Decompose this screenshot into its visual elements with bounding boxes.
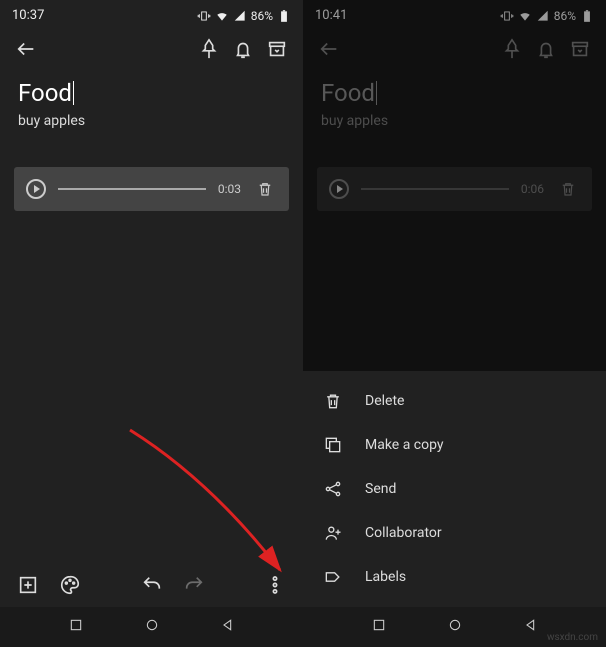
menu-make-copy[interactable]: Make a copy <box>303 423 606 467</box>
menu-send[interactable]: Send <box>303 467 606 511</box>
signal-icon <box>233 9 247 23</box>
clock: 10:37 <box>12 8 44 23</box>
pin-button[interactable] <box>500 37 524 61</box>
audio-track[interactable] <box>361 188 509 190</box>
undo-button[interactable] <box>140 573 164 597</box>
android-navbar <box>0 607 303 647</box>
signal-icon <box>536 9 550 23</box>
audio-attachment: 0:06 <box>317 167 592 211</box>
status-icons: 86% <box>500 9 594 23</box>
delete-audio-button[interactable] <box>253 177 277 201</box>
menu-label: Labels <box>365 569 406 585</box>
nav-home[interactable] <box>144 617 160 637</box>
archive-button[interactable] <box>568 37 592 61</box>
menu-collaborator[interactable]: Collaborator <box>303 511 606 555</box>
back-button[interactable] <box>317 37 341 61</box>
note-content-input[interactable]: buy apples <box>321 113 588 129</box>
share-icon <box>323 479 343 499</box>
pin-button[interactable] <box>197 37 221 61</box>
nav-home[interactable] <box>447 617 463 637</box>
menu-label: Collaborator <box>365 525 442 541</box>
wifi-icon <box>518 9 532 23</box>
bottom-toolbar <box>0 563 303 607</box>
redo-button[interactable] <box>182 573 206 597</box>
palette-button[interactable] <box>58 573 82 597</box>
menu-label: Send <box>365 481 396 497</box>
add-button[interactable] <box>16 573 40 597</box>
archive-button[interactable] <box>265 37 289 61</box>
audio-attachment: 0:03 <box>14 167 289 211</box>
battery-pct: 86% <box>554 9 576 23</box>
note-body: Food buy apples <box>0 71 303 167</box>
watermark: wsxdn.com <box>547 632 598 643</box>
audio-duration: 0:06 <box>521 182 544 196</box>
status-bar: 10:41 86% <box>303 0 606 27</box>
menu-label: Delete <box>365 393 404 409</box>
play-button[interactable] <box>329 179 349 199</box>
label-icon <box>323 567 343 587</box>
bottom-sheet-menu: Delete Make a copy Send Collaborator Lab… <box>303 371 606 607</box>
nav-back[interactable] <box>220 617 236 637</box>
battery-pct: 86% <box>251 9 273 23</box>
clock: 10:41 <box>315 8 347 23</box>
trash-icon <box>323 391 343 411</box>
phone-left: 10:37 86% Food buy apples 0:03 <box>0 0 303 647</box>
menu-delete[interactable]: Delete <box>303 379 606 423</box>
nav-back[interactable] <box>523 617 539 637</box>
vibrate-icon <box>197 9 211 23</box>
reminder-button[interactable] <box>534 37 558 61</box>
nav-recent[interactable] <box>68 617 84 637</box>
note-title-input[interactable]: Food <box>321 79 375 107</box>
menu-labels[interactable]: Labels <box>303 555 606 599</box>
note-content-input[interactable]: buy apples <box>18 113 285 129</box>
status-icons: 86% <box>197 9 291 23</box>
vibrate-icon <box>500 9 514 23</box>
delete-audio-button[interactable] <box>556 177 580 201</box>
play-button[interactable] <box>26 179 46 199</box>
nav-recent[interactable] <box>371 617 387 637</box>
copy-icon <box>323 435 343 455</box>
menu-label: Make a copy <box>365 437 444 453</box>
reminder-button[interactable] <box>231 37 255 61</box>
back-button[interactable] <box>14 37 38 61</box>
phone-right: 10:41 86% Food buy apples 0:06 Delete <box>303 0 606 647</box>
note-body: Food buy apples <box>303 71 606 167</box>
note-title-input[interactable]: Food <box>18 79 72 107</box>
top-app-bar <box>303 27 606 71</box>
more-button[interactable] <box>263 573 287 597</box>
top-app-bar <box>0 27 303 71</box>
status-bar: 10:37 86% <box>0 0 303 27</box>
person-add-icon <box>323 523 343 543</box>
battery-icon <box>277 9 291 23</box>
audio-track[interactable] <box>58 188 206 190</box>
audio-duration: 0:03 <box>218 182 241 196</box>
battery-icon <box>580 9 594 23</box>
wifi-icon <box>215 9 229 23</box>
